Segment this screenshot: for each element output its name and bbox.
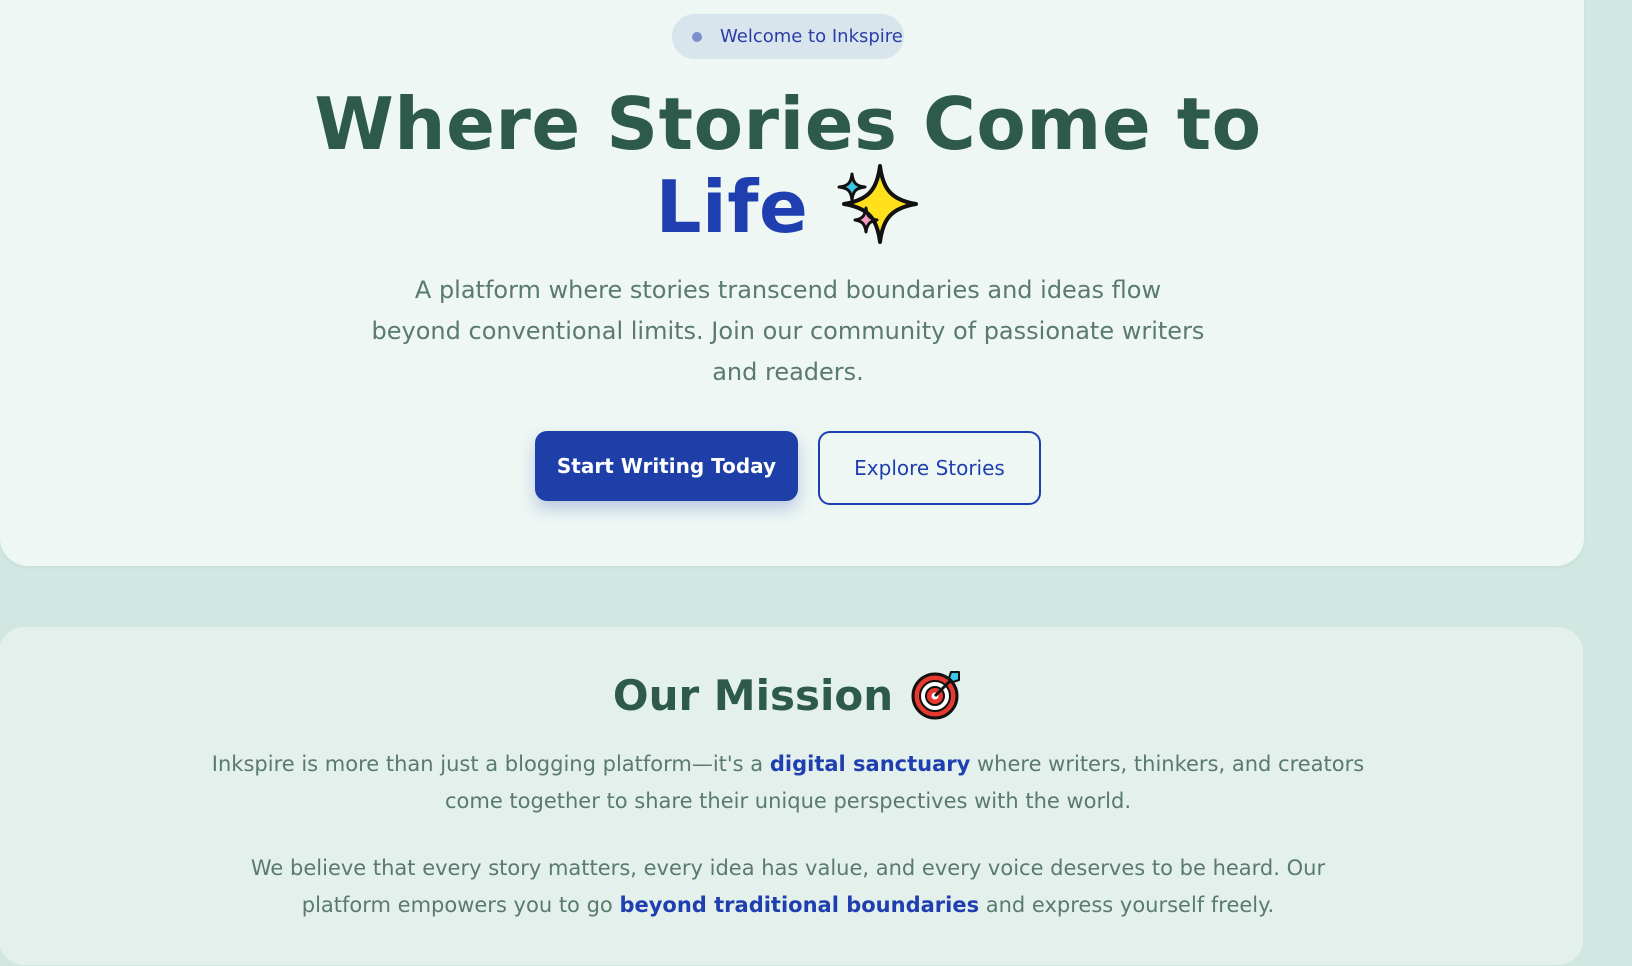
mission-title-text: Our Mission	[612, 671, 894, 720]
mission-p1-highlight: digital sanctuary	[769, 752, 971, 776]
mission-title: Our Mission	[0, 668, 1576, 732]
mission-paragraph-1: Inkspire is more than just a blogging pl…	[210, 746, 1366, 820]
start-writing-button[interactable]: Start Writing Today	[535, 431, 798, 501]
hero-title: Where Stories Come to Life	[0, 86, 1576, 259]
sparkles-icon	[834, 162, 920, 259]
mission-paragraph-2: We believe that every story matters, eve…	[210, 850, 1366, 924]
mission-p2-highlight: beyond traditional boundaries	[619, 893, 980, 917]
welcome-badge: Welcome to Inkspire	[672, 14, 904, 59]
badge-dot-icon	[692, 31, 702, 42]
explore-stories-button[interactable]: Explore Stories	[818, 431, 1041, 505]
mission-p2-after: and express yourself freely.	[979, 893, 1275, 917]
target-icon	[911, 668, 963, 732]
hero-title-main: Where Stories Come to	[314, 82, 1262, 166]
badge-text: Welcome to Inkspire	[720, 26, 903, 47]
hero-title-accent: Life	[655, 165, 809, 249]
hero-subtitle: A platform where stories transcend bound…	[371, 276, 1205, 386]
mission-p1-before: Inkspire is more than just a blogging pl…	[211, 752, 770, 776]
